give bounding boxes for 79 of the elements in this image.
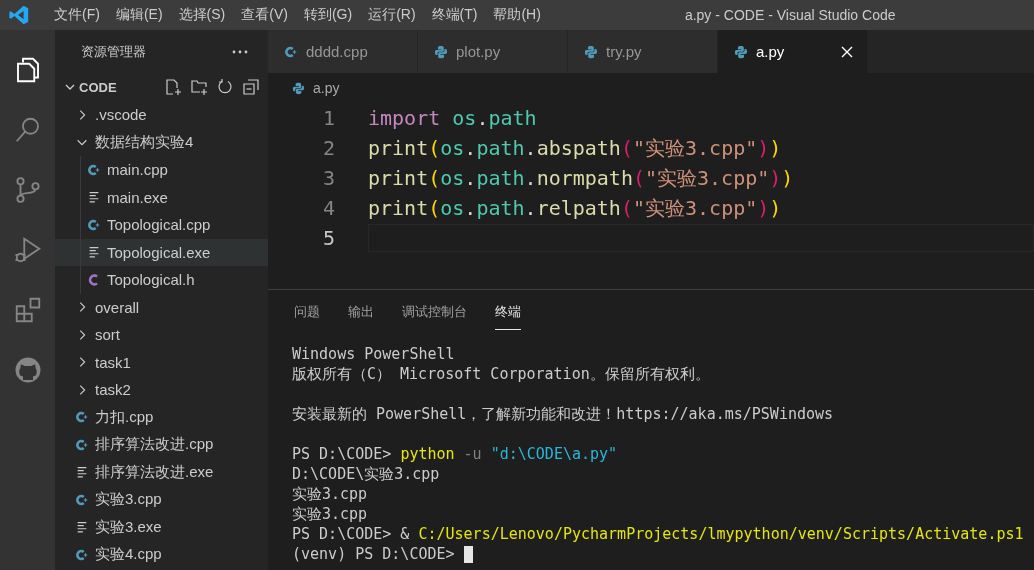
terminal-line: D:\CODE\实验3.cpp bbox=[292, 464, 440, 484]
window-title: a.py - CODE - Visual Studio Code bbox=[684, 7, 896, 23]
terminal-line: Windows PowerShell bbox=[292, 344, 455, 364]
lines-icon bbox=[75, 465, 89, 480]
tree-item[interactable]: Topological.exe bbox=[55, 238, 268, 266]
line-number: 3 bbox=[321, 166, 335, 190]
tree-item[interactable]: task2 bbox=[55, 376, 268, 404]
collapse-icon[interactable] bbox=[242, 78, 260, 96]
panel-tab[interactable]: 调试控制台 bbox=[402, 294, 467, 330]
terminal-line: (venv) PS D:\CODE> bbox=[292, 544, 456, 564]
editor-tab[interactable]: a.py bbox=[718, 30, 868, 73]
tree-item[interactable]: 实验3.cpp bbox=[55, 486, 268, 514]
code-line: print(os.path.normpath("实验3.cpp")) bbox=[368, 164, 794, 192]
menu-item[interactable]: 文件(F) bbox=[46, 6, 108, 24]
editor-tab[interactable]: plot.py bbox=[418, 30, 568, 73]
terminal-line: 版权所有（C） Microsoft Corporation。保留所有权利。 bbox=[292, 364, 710, 384]
new-file-icon[interactable] bbox=[164, 78, 182, 96]
line-number: 4 bbox=[321, 196, 335, 220]
python-icon bbox=[292, 81, 305, 95]
tree-item[interactable]: 实验4.cpp bbox=[55, 541, 268, 569]
python-icon bbox=[434, 44, 448, 59]
editor-tab[interactable]: dddd.cpp bbox=[268, 30, 418, 73]
tree-item[interactable]: main.exe bbox=[55, 183, 268, 211]
menu-item[interactable]: 运行(R) bbox=[360, 6, 424, 24]
code-line: print(os.path.relpath("实验3.cpp")) bbox=[368, 194, 782, 222]
panel-tab[interactable]: 输出 bbox=[348, 294, 374, 330]
terminal-line: PS D:\CODE> & C:/Users/Lenovo/PycharmProjects/lmypython/venv/Scripts/Activate.ps1 bbox=[292, 524, 1024, 544]
menu-item[interactable]: 终端(T) bbox=[423, 6, 486, 24]
section-header[interactable]: CODE bbox=[55, 73, 268, 101]
terminal-line: PS D:\CODE> python -u "d:\CODE\a.py" bbox=[292, 444, 618, 464]
line-number: 2 bbox=[321, 136, 335, 160]
refresh-icon[interactable] bbox=[216, 78, 234, 96]
chevron-icon bbox=[65, 82, 75, 92]
editor-tab[interactable]: try.py bbox=[568, 30, 718, 73]
code-line: print(os.path.abspath("实验3.cpp")) bbox=[368, 134, 782, 162]
tree-item[interactable]: 数据结构实验4 bbox=[55, 128, 268, 156]
lines-icon bbox=[87, 245, 101, 260]
tree-item[interactable]: .vscode bbox=[55, 101, 268, 129]
terminal-line: 实验3.cpp bbox=[292, 504, 368, 524]
menu-item[interactable]: 转到(G) bbox=[295, 6, 361, 24]
tree-item[interactable]: sort bbox=[55, 321, 268, 349]
python-icon bbox=[584, 44, 598, 59]
menu-item[interactable]: 帮助(H) bbox=[485, 6, 549, 24]
cpp-file-icon bbox=[75, 437, 89, 452]
panel-tab[interactable]: 问题 bbox=[294, 294, 320, 330]
tree-item[interactable]: main.cpp bbox=[55, 156, 268, 184]
cpp-file-icon bbox=[75, 547, 89, 562]
code-line: import os.path bbox=[368, 106, 537, 130]
panel-tab[interactable]: 终端 bbox=[495, 294, 521, 330]
cpp-file-icon bbox=[87, 217, 101, 232]
tree-item[interactable]: 排序算法改进.exe bbox=[55, 458, 268, 486]
more-icon[interactable] bbox=[232, 49, 248, 54]
terminal-line: 安装最新的 PowerShell，了解新功能和改进！https://aka.ms/PSWindows bbox=[292, 404, 834, 424]
terminal-line: 实验3.cpp bbox=[292, 484, 368, 504]
cpp-file-icon bbox=[87, 162, 101, 177]
python-icon bbox=[734, 44, 748, 59]
tree-item[interactable]: 实验3.exe bbox=[55, 513, 268, 541]
line-number: 5 bbox=[321, 226, 335, 250]
lines-icon bbox=[75, 520, 89, 535]
menu-item[interactable]: 编辑(E) bbox=[107, 6, 171, 24]
c-file-icon bbox=[87, 272, 101, 287]
menu-item[interactable]: 选择(S) bbox=[170, 6, 234, 24]
new-folder-icon[interactable] bbox=[190, 78, 208, 96]
tree-item[interactable]: Topological.h bbox=[55, 266, 268, 294]
cpp-file-icon bbox=[75, 492, 89, 507]
close-icon[interactable] bbox=[841, 45, 853, 58]
cpp-file-icon bbox=[284, 44, 298, 59]
tree-item[interactable]: overall bbox=[55, 293, 268, 321]
logo-icon bbox=[8, 4, 30, 26]
cpp-file-icon bbox=[75, 410, 89, 425]
tree-item[interactable]: 排序算法改进.cpp bbox=[55, 431, 268, 459]
breadcrumb-item[interactable]: a.py bbox=[313, 80, 340, 96]
menu-item[interactable]: 查看(V) bbox=[233, 6, 296, 24]
tree-item[interactable]: Topological.cpp bbox=[55, 211, 268, 239]
lines-icon bbox=[87, 190, 101, 205]
line-number: 1 bbox=[321, 106, 335, 130]
tree-item[interactable]: task1 bbox=[55, 348, 268, 376]
tree-item[interactable]: 力扣.cpp bbox=[55, 403, 268, 431]
sidebar-title: 资源管理器 bbox=[81, 42, 146, 61]
